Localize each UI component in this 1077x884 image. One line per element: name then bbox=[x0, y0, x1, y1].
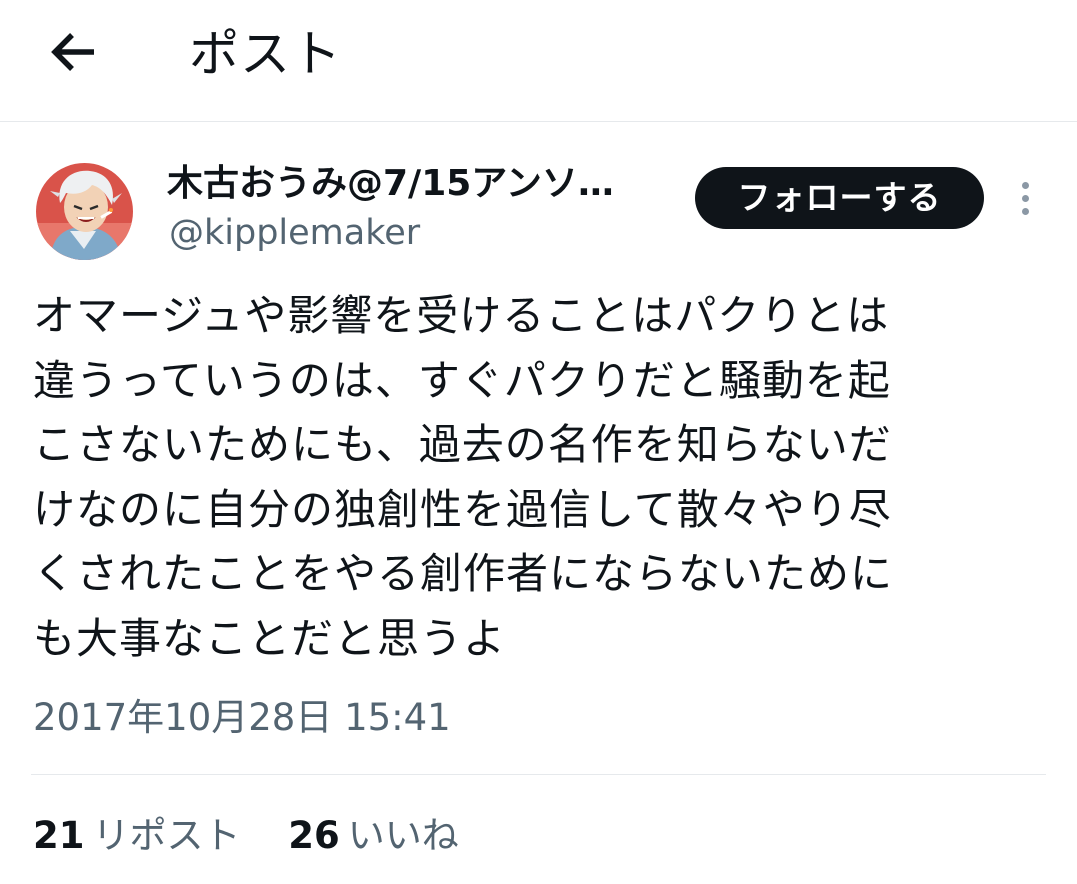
more-vertical-icon bbox=[1022, 182, 1029, 189]
avatar-illustration bbox=[36, 163, 133, 260]
author-handle[interactable]: @kipplemaker bbox=[169, 206, 420, 260]
avatar[interactable] bbox=[36, 163, 133, 260]
reposts-count: 21 bbox=[33, 814, 85, 857]
top-bar: ポスト bbox=[0, 0, 1077, 122]
more-options-button[interactable] bbox=[1012, 178, 1040, 218]
reposts-stat[interactable]: 21 リポスト bbox=[33, 808, 241, 864]
engagement-stats: 21 リポスト 26 いいね bbox=[33, 808, 459, 864]
follow-button[interactable]: フォローする bbox=[695, 167, 984, 229]
more-vertical-icon-dot bbox=[1022, 195, 1029, 202]
likes-count: 26 bbox=[288, 814, 340, 857]
more-vertical-icon-dot bbox=[1022, 208, 1029, 215]
arrow-left-icon bbox=[51, 33, 94, 71]
post-text: オマージュや影響を受けることはパクりとは 違うっていうのは、すぐパクりだと騒動を… bbox=[33, 291, 894, 663]
likes-label: いいね bbox=[347, 814, 459, 857]
divider bbox=[31, 774, 1046, 775]
page-title: ポスト bbox=[189, 25, 342, 83]
reposts-label: リポスト bbox=[92, 814, 241, 857]
back-button[interactable] bbox=[48, 28, 100, 76]
author-display-name[interactable]: 木古おうみ@7/15アンソ… bbox=[167, 156, 667, 212]
likes-stat[interactable]: 26 いいね bbox=[288, 808, 459, 864]
post-timestamp[interactable]: 2017年10月28日 15:41 bbox=[33, 690, 451, 746]
